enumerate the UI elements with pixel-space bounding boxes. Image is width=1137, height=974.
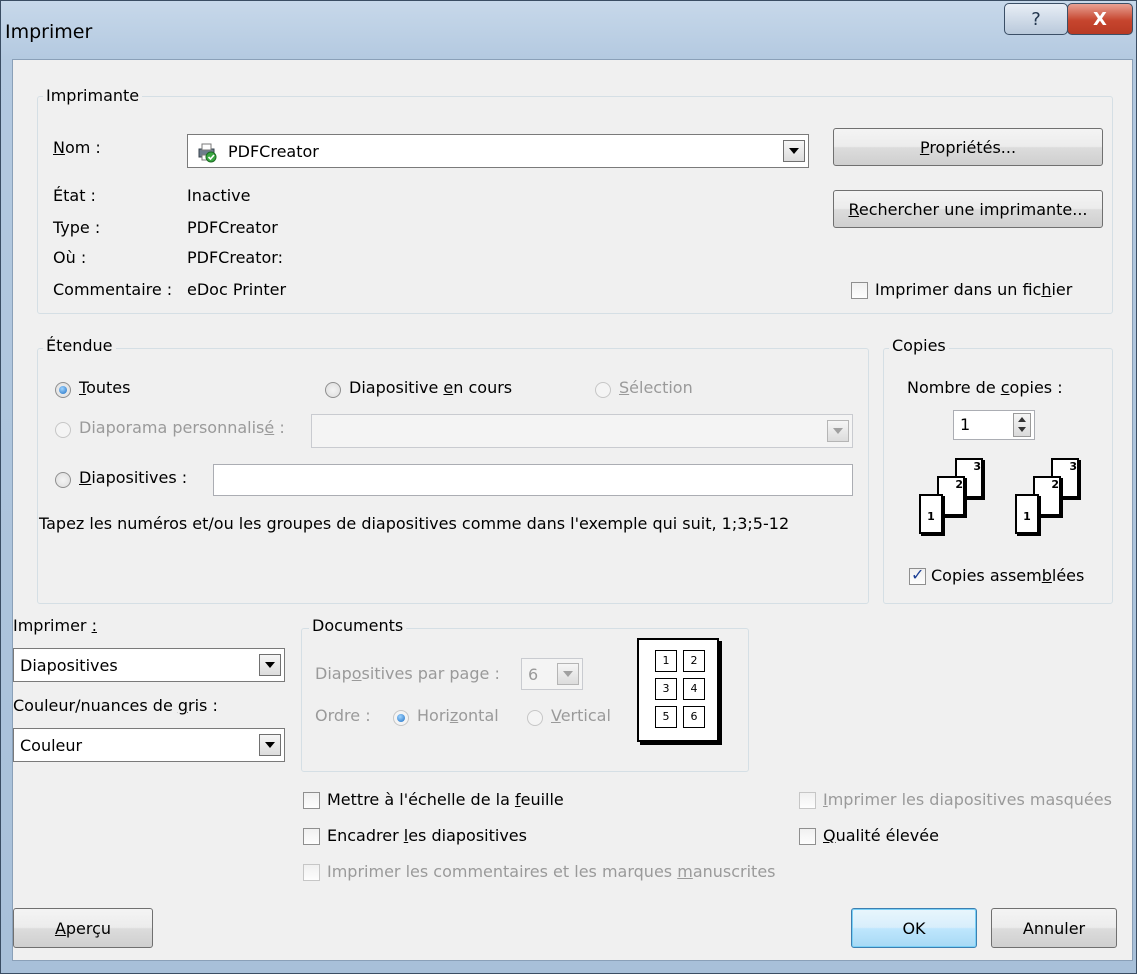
range-selection-label: Sélection (619, 378, 693, 397)
slides-per-page-value: 6 (528, 664, 539, 684)
order-label: Ordre : (315, 706, 371, 725)
properties-button[interactable]: Propriétés... (833, 128, 1103, 166)
close-icon: X (1093, 8, 1107, 30)
preview-cell: 2 (683, 650, 705, 672)
range-current-slide-radio[interactable] (325, 382, 341, 398)
print-what-value: Diapositives (20, 655, 118, 675)
handout-preview: 1 2 3 4 5 6 (637, 638, 719, 742)
printer-name-label: Nom : (53, 138, 101, 157)
range-current-slide-label[interactable]: Diapositive en cours (349, 378, 512, 397)
preview-cell: 3 (655, 678, 677, 700)
range-custom-show-label: Diaporama personnalisé : (79, 418, 285, 437)
print-to-file-label[interactable]: Imprimer dans un fichier (875, 280, 1072, 299)
dialog-body: Imprimante Nom : PDFCreator Propriétés..… (12, 59, 1133, 961)
frame-slides-checkbox[interactable] (303, 828, 320, 845)
copies-group-label: Copies (889, 336, 949, 355)
documents-group-label: Documents (309, 616, 407, 635)
print-comments-label: Imprimer les commentaires et les marques… (327, 862, 776, 881)
range-custom-show-radio[interactable] (55, 422, 71, 438)
where-value: PDFCreator: (187, 248, 283, 267)
print-comments-checkbox[interactable] (303, 864, 320, 881)
copies-count-label: Nombre de copies : (907, 378, 1063, 397)
high-quality-label[interactable]: Qualité élevée (823, 826, 939, 845)
order-vertical-radio[interactable] (527, 710, 543, 726)
page-stack: 3 2 1 (917, 456, 1007, 548)
preview-cell: 6 (683, 706, 705, 728)
preview-cell: 1 (655, 650, 677, 672)
slides-per-page-select[interactable]: 6 (521, 658, 583, 690)
collate-illustration: 3 2 1 3 2 1 (917, 456, 1107, 548)
page-stack: 3 2 1 (1013, 456, 1103, 548)
range-slides-radio[interactable] (55, 472, 71, 488)
window-title: Imprimer (5, 21, 93, 43)
frame-slides-label[interactable]: Encadrer les diapositives (327, 826, 527, 845)
ok-button-label: OK (902, 918, 926, 938)
range-all-label[interactable]: Toutes (79, 378, 130, 397)
comment-value: eDoc Printer (187, 280, 287, 299)
spin-up-icon[interactable] (1018, 417, 1026, 422)
high-quality-checkbox[interactable] (799, 828, 816, 845)
print-dialog: Imprimer ? X Imprimante Nom : PDFCreator (0, 0, 1137, 974)
print-hidden-label: Imprimer les diapositives masquées (823, 790, 1112, 809)
status-label: État : (53, 186, 96, 205)
chevron-down-icon[interactable] (783, 140, 805, 162)
help-icon: ? (1031, 8, 1041, 30)
range-slides-label[interactable]: Diapositives : (79, 468, 187, 487)
page-icon: 1 (1015, 494, 1039, 534)
slides-input[interactable] (213, 464, 853, 496)
help-button[interactable]: ? (1004, 3, 1068, 35)
title-bar: Imprimer ? X (1, 1, 1136, 59)
range-selection-radio[interactable] (595, 382, 611, 398)
chevron-down-icon (827, 420, 849, 442)
preview-button[interactable]: Aperçu (13, 908, 153, 948)
type-value: PDFCreator (187, 218, 278, 237)
spin-down-icon[interactable] (1018, 427, 1026, 432)
order-horizontal-radio[interactable] (393, 710, 409, 726)
order-horizontal-label: Horizontal (417, 706, 499, 725)
find-printer-button-label: Rechercher une imprimante... (848, 199, 1088, 219)
printer-group-label: Imprimante (43, 86, 143, 105)
printer-icon (196, 141, 217, 163)
page-icon: 1 (919, 494, 943, 534)
collate-checkbox[interactable] (909, 565, 926, 585)
ok-button[interactable]: OK (851, 908, 977, 948)
color-label: Couleur/nuances de gris : (13, 696, 218, 715)
preview-cell: 4 (683, 678, 705, 700)
close-button[interactable]: X (1067, 3, 1133, 35)
copies-spinner[interactable] (1013, 413, 1031, 437)
slides-per-page-label: Diapositives par page : (315, 664, 500, 683)
where-label: Où : (53, 248, 87, 267)
preview-button-label: Aperçu (54, 918, 112, 938)
print-what-label: Imprimer : (13, 616, 97, 635)
color-select[interactable]: Couleur (13, 728, 285, 762)
range-hint: Tapez les numéros et/ou les groupes de d… (39, 514, 790, 533)
cancel-button-label: Annuler (1022, 918, 1086, 938)
type-label: Type : (53, 218, 101, 237)
print-to-file-checkbox[interactable] (851, 282, 868, 299)
cancel-button[interactable]: Annuler (991, 908, 1117, 948)
print-hidden-checkbox[interactable] (799, 792, 816, 809)
color-value: Couleur (20, 735, 83, 755)
properties-button-label: Propriétés... (919, 137, 1017, 157)
chevron-down-icon (557, 663, 579, 685)
range-all-radio[interactable] (55, 382, 71, 398)
copies-count-input[interactable]: 1 (953, 410, 1035, 440)
custom-show-select[interactable] (311, 414, 853, 448)
print-what-select[interactable]: Diapositives (13, 648, 285, 682)
chevron-down-icon[interactable] (259, 734, 281, 756)
copies-count-value: 1 (960, 415, 971, 434)
range-group-label: Étendue (43, 336, 116, 355)
scale-to-fit-checkbox[interactable] (303, 792, 320, 809)
order-vertical-label: Vertical (551, 706, 611, 725)
printer-name-select[interactable]: PDFCreator (187, 134, 809, 168)
status-value: Inactive (187, 186, 251, 205)
printer-name-value: PDFCreator (228, 141, 319, 161)
scale-to-fit-label[interactable]: Mettre à l'échelle de la feuille (327, 790, 564, 809)
comment-label: Commentaire : (53, 280, 173, 299)
find-printer-button[interactable]: Rechercher une imprimante... (833, 190, 1103, 228)
collate-label[interactable]: Copies assemblées (931, 566, 1084, 585)
chevron-down-icon[interactable] (259, 654, 281, 676)
preview-cell: 5 (655, 706, 677, 728)
